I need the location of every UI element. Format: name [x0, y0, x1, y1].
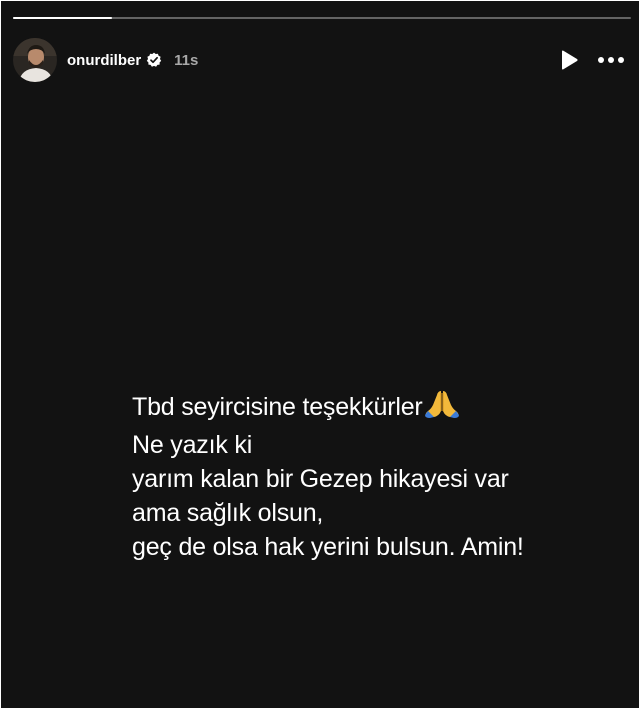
caption-line-4: ama sağlık olsun, — [132, 499, 324, 527]
caption-line-1-text: Tbd seyircisine teşekkürler — [132, 393, 423, 421]
caption-line-3: yarım kalan bir Gezep hikayesi var — [132, 465, 509, 493]
story-progress-bar — [13, 17, 631, 19]
post-time: 11s — [174, 51, 199, 69]
avatar[interactable] — [13, 38, 57, 82]
verified-badge-icon — [146, 52, 162, 68]
caption-line-1: Tbd seyircisine teşekkürler — [132, 389, 524, 428]
username[interactable]: onurdilber — [67, 52, 141, 69]
caption-line-2: Ne yazık ki — [132, 431, 253, 459]
play-icon[interactable] — [557, 48, 581, 72]
folded-hands-icon — [424, 389, 460, 428]
story-progress-fill — [13, 17, 112, 19]
story-viewer[interactable]: onurdilber 11s Tbd seyircisine teşekkürl… — [1, 1, 639, 708]
story-header: onurdilber 11s — [13, 37, 627, 83]
story-controls — [557, 48, 627, 72]
more-options-icon[interactable] — [595, 48, 627, 72]
story-caption: Tbd seyircisine teşekkürler Ne yazık ki … — [132, 389, 524, 564]
caption-line-5: geç de olsa hak yerini bulsun. Amin! — [132, 533, 524, 561]
